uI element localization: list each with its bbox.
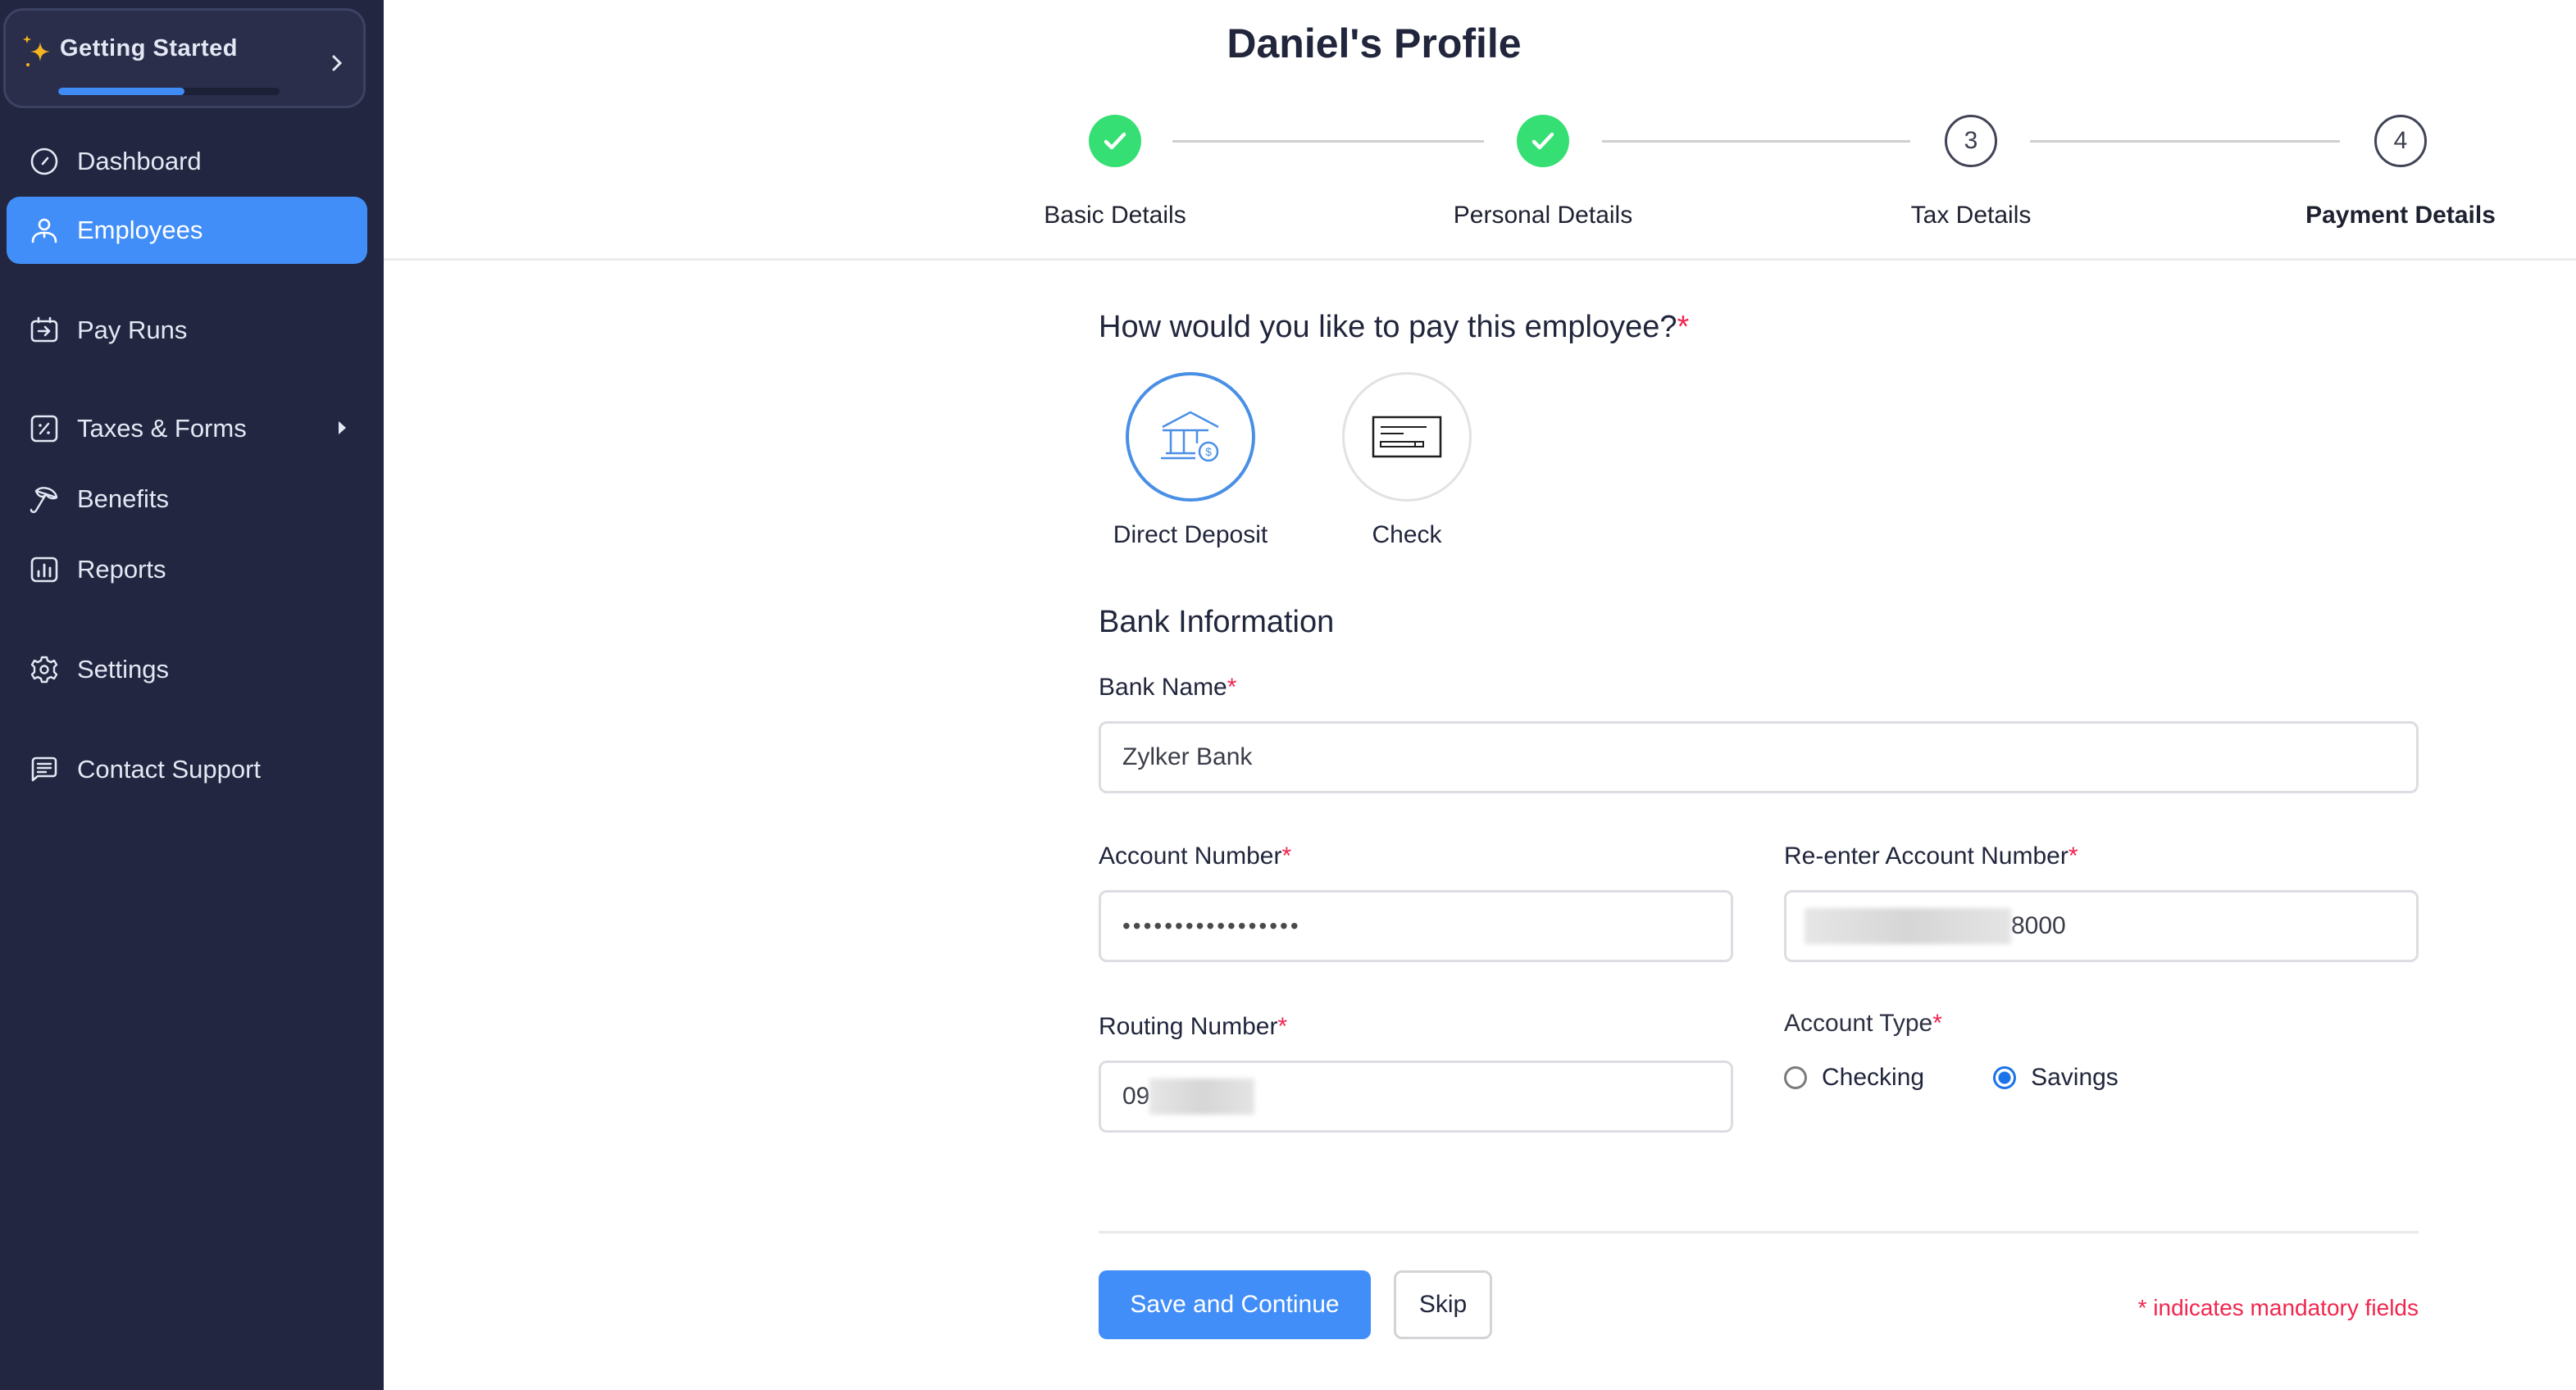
redacted-region [1805, 908, 2011, 944]
sidebar-item-employees[interactable]: Employees [7, 197, 367, 264]
account-type-label: Account Type* [1784, 1010, 1942, 1038]
account-number-input[interactable]: ••••••••••••••••• [1099, 890, 1733, 962]
sidebar-item-label: Settings [77, 655, 170, 684]
form-divider [1099, 1231, 2419, 1233]
pay-runs-icon [30, 316, 58, 343]
input-value: 09 [1122, 1083, 1150, 1110]
step-status [1089, 115, 1141, 167]
radio-savings[interactable]: Savings [1993, 1064, 2119, 1092]
caret-right-icon [339, 421, 346, 434]
profile-header: Daniel's Profile Basic Details Personal … [384, 0, 2576, 261]
step-personal-details[interactable]: Personal Details [1379, 115, 1707, 229]
step-label: Payment Details [2305, 202, 2496, 229]
bank-information-heading: Bank Information [1099, 605, 1335, 639]
routing-number-input[interactable]: 09 [1099, 1061, 1733, 1133]
reenter-account-number-label: Re-enter Account Number* [1784, 843, 2078, 870]
step-status [1517, 115, 1569, 167]
payment-option-circle[interactable]: $ [1126, 372, 1255, 502]
sidebar-item-label: Taxes & Forms [77, 414, 247, 443]
required-mark: * [1677, 310, 1690, 344]
required-mark: * [2068, 843, 2078, 870]
reenter-account-number-input[interactable]: 8000 [1784, 890, 2419, 962]
required-mark: * [1932, 1010, 1942, 1037]
user-icon [31, 218, 57, 243]
step-tax-details[interactable]: 3 Tax Details [1807, 115, 2135, 229]
radio-label: Checking [1822, 1064, 1925, 1091]
required-mark: * [1281, 843, 1292, 870]
payment-option-direct-deposit[interactable]: $ Direct Deposit [1092, 372, 1289, 549]
required-mark: * [1227, 674, 1237, 701]
account-number-label: Account Number* [1099, 843, 1291, 870]
sidebar-item-label: Dashboard [77, 147, 202, 175]
check-cheque-icon [1372, 416, 1442, 458]
sidebar-item-taxes-forms[interactable]: Taxes & Forms [7, 395, 367, 462]
step-number: 3 [1945, 115, 1997, 167]
sidebar-item-label: Reports [77, 555, 166, 584]
main-content: Daniel's Profile Basic Details Personal … [384, 0, 2576, 1390]
sidebar-item-benefits[interactable]: Benefits [7, 466, 367, 533]
routing-number-label: Routing Number* [1099, 1013, 1287, 1041]
required-mark: * [1277, 1013, 1288, 1040]
step-label: Basic Details [1044, 202, 1186, 229]
sidebar-item-pay-runs[interactable]: Pay Runs [7, 297, 367, 364]
input-value: ••••••••••••••••• [1122, 913, 1301, 938]
percent-tag-icon [30, 415, 58, 443]
label-text: Bank Name [1099, 674, 1227, 701]
step-payment-details[interactable]: 4 Payment Details [2237, 115, 2565, 229]
getting-started-progress-fill [58, 88, 184, 95]
checkmark-icon [1104, 132, 1126, 150]
sidebar-item-settings[interactable]: Settings [7, 636, 367, 703]
account-type-radio-group: Checking Savings [1784, 1064, 2187, 1092]
step-label: Personal Details [1453, 202, 1633, 229]
radio-button[interactable] [1784, 1066, 1807, 1089]
label-text: Re-enter Account Number [1784, 843, 2069, 870]
svg-text:$: $ [1205, 445, 1212, 458]
payment-option-label: Check [1372, 521, 1442, 548]
sidebar-item-label: Employees [77, 216, 203, 244]
sidebar-item-reports[interactable]: Reports [7, 536, 367, 603]
bank-name-label: Bank Name* [1099, 674, 1236, 702]
step-basic-details[interactable]: Basic Details [951, 115, 1279, 229]
skip-button[interactable]: Skip [1394, 1270, 1492, 1339]
umbrella-icon [30, 487, 58, 513]
getting-started-progress [58, 88, 280, 95]
step-number: 4 [2374, 115, 2427, 167]
payment-option-circle[interactable] [1342, 372, 1472, 502]
input-value: 8000 [2011, 912, 2066, 939]
radio-checking[interactable]: Checking [1784, 1064, 1924, 1092]
bar-chart-icon [30, 556, 58, 583]
gear-icon [30, 656, 58, 684]
dashboard-gauge-icon [30, 148, 58, 175]
label-text: Routing Number [1099, 1013, 1278, 1040]
sidebar-item-label: Pay Runs [77, 316, 188, 344]
sidebar: Getting Started Dashboard Employees Pay … [0, 0, 384, 1390]
redacted-region [1149, 1079, 1255, 1115]
label-text: Account Number [1099, 843, 1282, 870]
bank-name-input[interactable]: Zylker Bank [1099, 721, 2419, 793]
payment-method-question: How would you like to pay this employee?… [1099, 310, 1689, 345]
chat-icon [31, 756, 57, 782]
label-text: Account Type [1784, 1010, 1933, 1037]
radio-button[interactable] [1993, 1066, 2017, 1089]
input-value: Zylker Bank [1122, 743, 1253, 770]
save-and-continue-button[interactable]: Save and Continue [1099, 1270, 1371, 1339]
sidebar-item-dashboard[interactable]: Dashboard [7, 128, 367, 195]
sidebar-item-label: Contact Support [77, 755, 262, 784]
question-text: How would you like to pay this employee? [1099, 310, 1677, 344]
payment-option-label: Direct Deposit [1113, 521, 1268, 548]
sidebar-item-contact-support[interactable]: Contact Support [7, 736, 367, 803]
mandatory-fields-note: * indicates mandatory fields [2137, 1295, 2419, 1320]
step-label: Tax Details [1910, 202, 2032, 229]
sidebar-item-label: Benefits [77, 484, 170, 513]
bank-icon: $ [1161, 411, 1219, 462]
page-title: Daniel's Profile [1227, 20, 1522, 66]
payment-option-check[interactable]: Check [1308, 372, 1505, 549]
checkmark-icon [1531, 132, 1554, 150]
radio-label: Savings [2031, 1064, 2119, 1091]
